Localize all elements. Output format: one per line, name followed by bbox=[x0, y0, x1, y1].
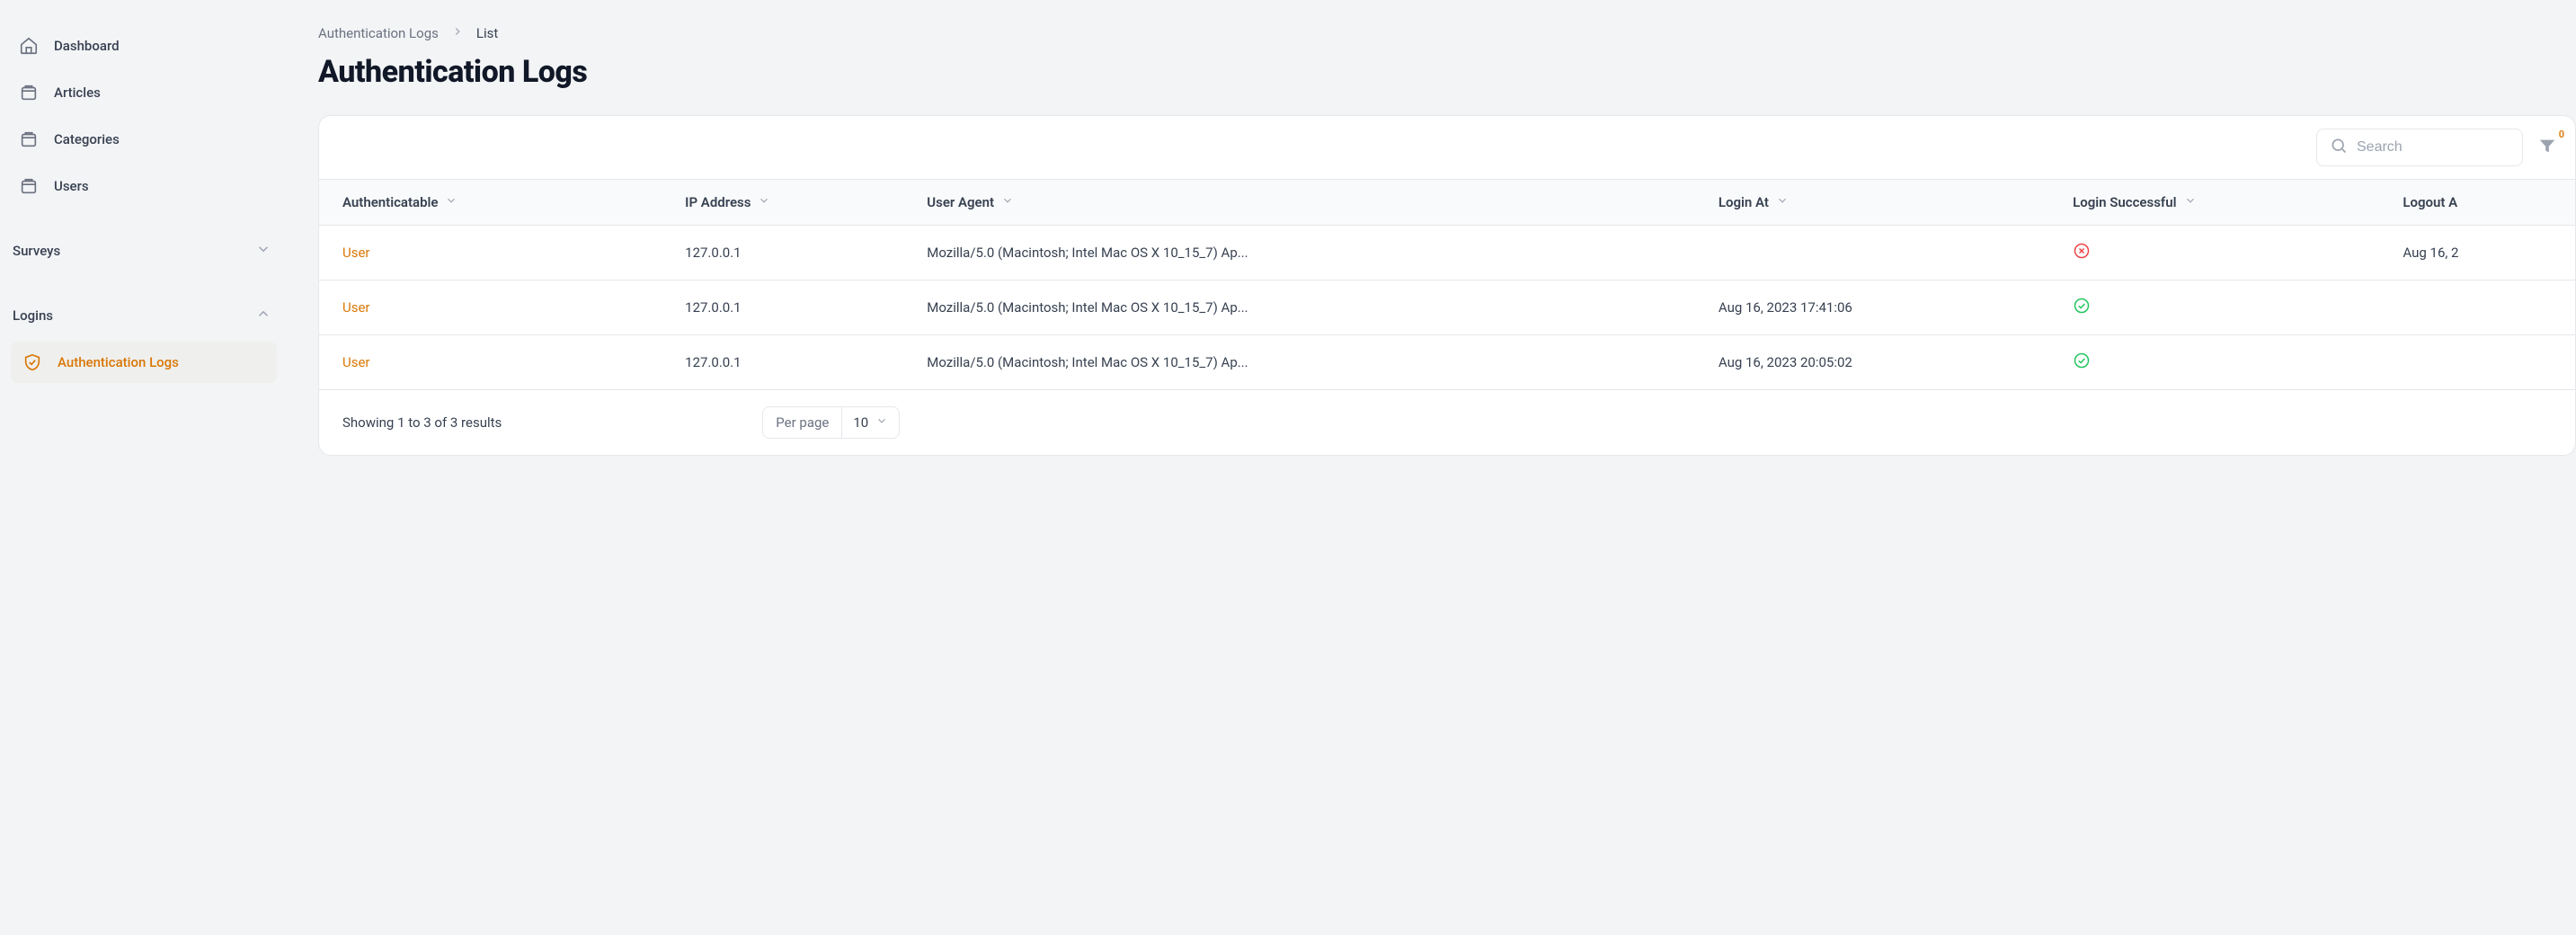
logs-card: 0 Authenticatable IP Address User Agent … bbox=[318, 115, 2576, 456]
user-agent-cell: Mozilla/5.0 (Macintosh; Intel Mac OS X 1… bbox=[927, 280, 1719, 335]
chevron-down-icon bbox=[445, 194, 457, 210]
chevron-down-icon bbox=[1776, 194, 1789, 210]
sidebar-group-logins[interactable]: Logins bbox=[11, 295, 277, 336]
sidebar-item-label: Users bbox=[54, 178, 89, 194]
sidebar-item-users[interactable]: Users bbox=[11, 165, 277, 207]
per-page-selector: Per page 10 bbox=[762, 406, 900, 439]
per-page-value[interactable]: 10 bbox=[842, 407, 899, 438]
col-login-at[interactable]: Login At bbox=[1719, 194, 1789, 210]
filter-count-badge: 0 bbox=[2559, 129, 2564, 140]
sidebar-item-categories[interactable]: Categories bbox=[11, 119, 277, 160]
search-icon bbox=[2330, 137, 2357, 158]
ip-cell: 127.0.0.1 bbox=[685, 226, 927, 280]
col-label: User Agent bbox=[927, 194, 994, 210]
col-authenticatable[interactable]: Authenticatable bbox=[342, 194, 457, 210]
chevron-down-icon bbox=[1001, 194, 1014, 210]
login-at-cell bbox=[1719, 226, 2073, 280]
login-successful-cell bbox=[2073, 335, 2403, 390]
chevron-up-icon bbox=[255, 306, 271, 325]
sidebar-item-label: Dashboard bbox=[54, 38, 120, 54]
chevron-down-icon bbox=[2184, 194, 2197, 210]
col-label: Logout A bbox=[2403, 194, 2457, 210]
page-title: Authentication Logs bbox=[318, 54, 2576, 90]
sidebar-group-label: Logins bbox=[13, 307, 53, 324]
filter-button[interactable]: 0 bbox=[2537, 136, 2557, 159]
per-page-number: 10 bbox=[853, 414, 868, 431]
authenticatable-link[interactable]: User bbox=[342, 245, 370, 261]
login-at-cell: Aug 16, 2023 17:41:06 bbox=[1719, 280, 2073, 335]
home-icon bbox=[16, 36, 41, 56]
box-icon bbox=[16, 129, 41, 149]
login-successful-cell bbox=[2073, 226, 2403, 280]
per-page-label: Per page bbox=[763, 407, 842, 438]
col-ip-address[interactable]: IP Address bbox=[685, 194, 770, 210]
main-content: Authentication Logs List Authentication … bbox=[288, 0, 2576, 935]
authenticatable-link[interactable]: User bbox=[342, 354, 370, 370]
table-row[interactable]: User 127.0.0.1Mozilla/5.0 (Macintosh; Int… bbox=[319, 335, 2575, 390]
card-toolbar: 0 bbox=[319, 116, 2575, 179]
ip-cell: 127.0.0.1 bbox=[685, 335, 927, 390]
table-scroll[interactable]: Authenticatable IP Address User Agent Lo… bbox=[319, 179, 2575, 390]
chevron-down-icon bbox=[255, 241, 271, 261]
sidebar-group-surveys[interactable]: Surveys bbox=[11, 230, 277, 272]
search-input[interactable] bbox=[2357, 139, 2509, 156]
check-circle-icon bbox=[2073, 297, 2091, 315]
sidebar-item-authentication-logs[interactable]: Authentication Logs bbox=[11, 342, 277, 383]
box-icon bbox=[16, 83, 41, 102]
sidebar: Dashboard Articles Categories Users Surv… bbox=[0, 0, 288, 935]
chevron-down-icon bbox=[875, 414, 888, 431]
col-label: Login Successful bbox=[2073, 194, 2176, 210]
col-label: Login At bbox=[1719, 194, 1769, 210]
sidebar-item-label: Authentication Logs bbox=[58, 354, 179, 370]
logs-table: Authenticatable IP Address User Agent Lo… bbox=[319, 179, 2575, 390]
chevron-right-icon bbox=[451, 25, 464, 41]
box-icon bbox=[16, 176, 41, 196]
ip-cell: 127.0.0.1 bbox=[685, 280, 927, 335]
results-summary: Showing 1 to 3 of 3 results bbox=[342, 414, 502, 431]
logout-at-cell bbox=[2403, 280, 2575, 335]
sidebar-item-articles[interactable]: Articles bbox=[11, 72, 277, 113]
col-label: Authenticatable bbox=[342, 194, 438, 210]
logout-at-cell bbox=[2403, 335, 2575, 390]
col-logout-at[interactable]: Logout A bbox=[2403, 194, 2457, 210]
col-label: IP Address bbox=[685, 194, 751, 210]
table-row[interactable]: User 127.0.0.1Mozilla/5.0 (Macintosh; Int… bbox=[319, 226, 2575, 280]
sidebar-item-dashboard[interactable]: Dashboard bbox=[11, 25, 277, 67]
x-circle-icon bbox=[2073, 242, 2091, 260]
breadcrumb: Authentication Logs List bbox=[318, 25, 2576, 41]
sidebar-group-label: Surveys bbox=[13, 243, 60, 259]
col-user-agent[interactable]: User Agent bbox=[927, 194, 1014, 210]
search-input-wrap[interactable] bbox=[2316, 129, 2523, 166]
card-footer: Showing 1 to 3 of 3 results Per page 10 bbox=[319, 390, 2575, 455]
breadcrumb-item: List bbox=[476, 25, 498, 41]
sidebar-item-label: Categories bbox=[54, 131, 120, 147]
logout-at-cell: Aug 16, 2 bbox=[2403, 226, 2575, 280]
col-login-successful[interactable]: Login Successful bbox=[2073, 194, 2196, 210]
login-successful-cell bbox=[2073, 280, 2403, 335]
authenticatable-link[interactable]: User bbox=[342, 299, 370, 316]
check-circle-icon bbox=[2073, 352, 2091, 370]
chevron-down-icon bbox=[758, 194, 770, 210]
filter-icon bbox=[2537, 136, 2557, 159]
table-row[interactable]: User 127.0.0.1Mozilla/5.0 (Macintosh; Int… bbox=[319, 280, 2575, 335]
breadcrumb-item[interactable]: Authentication Logs bbox=[318, 25, 439, 41]
login-at-cell: Aug 16, 2023 20:05:02 bbox=[1719, 335, 2073, 390]
user-agent-cell: Mozilla/5.0 (Macintosh; Intel Mac OS X 1… bbox=[927, 226, 1719, 280]
sidebar-item-label: Articles bbox=[54, 85, 101, 101]
user-agent-cell: Mozilla/5.0 (Macintosh; Intel Mac OS X 1… bbox=[927, 335, 1719, 390]
shield-check-icon bbox=[20, 352, 45, 372]
